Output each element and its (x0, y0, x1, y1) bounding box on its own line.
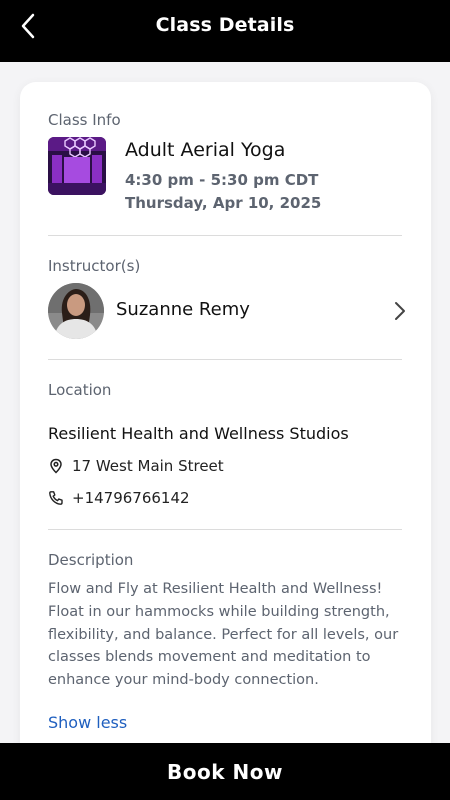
location-name: Resilient Health and Wellness Studios (48, 424, 349, 443)
description-text: Flow and Fly at Resilient Health and Wel… (48, 581, 399, 689)
description-label: Description (48, 551, 134, 569)
phone-text: +14796766142 (72, 489, 190, 507)
address-text: 17 West Main Street (72, 457, 224, 475)
location-label: Location (48, 381, 112, 399)
divider (48, 359, 402, 360)
phone-row[interactable]: +14796766142 (48, 487, 190, 509)
instructor-name: Suzanne Remy (116, 299, 250, 320)
class-info-label: Class Info (48, 111, 121, 129)
class-name: Adult Aerial Yoga (125, 139, 286, 161)
address-row[interactable]: 17 West Main Street (48, 455, 224, 477)
class-time: 4:30 pm - 5:30 pm CDT (125, 171, 319, 189)
map-pin-icon (50, 458, 62, 474)
book-now-button[interactable]: Book Now (0, 743, 450, 800)
show-less-link[interactable]: Show less (48, 713, 127, 732)
divider (48, 235, 402, 236)
header-bar: Class Details (0, 0, 450, 62)
class-thumbnail (48, 137, 106, 195)
class-details-card: Class Info Adult Aerial Yoga 4:30 pm - 5… (20, 82, 431, 762)
instructor-label: Instructor(s) (48, 257, 141, 275)
instructor-photo-icon (48, 283, 104, 339)
chevron-right-icon (395, 302, 405, 320)
book-now-label: Book Now (167, 759, 283, 784)
divider (48, 529, 402, 530)
page-title: Class Details (155, 14, 295, 36)
class-date: Thursday, Apr 10, 2025 (125, 194, 322, 212)
phone-icon (49, 491, 63, 505)
instructor-row[interactable]: Suzanne Remy (48, 281, 408, 341)
avatar (48, 283, 104, 339)
studio-image-icon (48, 137, 106, 195)
